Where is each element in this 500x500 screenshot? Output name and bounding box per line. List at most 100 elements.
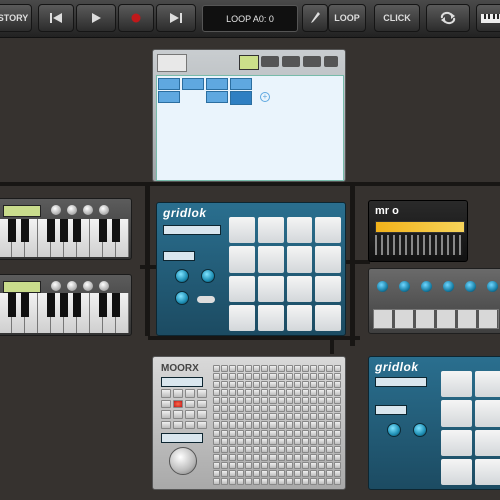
record-button[interactable] [118, 4, 154, 32]
drum-pad[interactable] [257, 304, 284, 331]
rewind-button[interactable] [38, 4, 74, 32]
gridlok-pads[interactable] [441, 371, 500, 485]
grid-button[interactable] [309, 413, 317, 421]
black-key[interactable] [99, 293, 107, 317]
grid-button[interactable] [229, 469, 237, 477]
grid-button[interactable] [213, 373, 221, 381]
grid-button[interactable] [309, 421, 317, 429]
black-key[interactable] [47, 293, 55, 317]
grid-button[interactable] [325, 437, 333, 445]
grid-button[interactable] [221, 413, 229, 421]
grid-button[interactable] [229, 437, 237, 445]
add-pattern-icon[interactable]: + [260, 92, 270, 102]
t1-sequencer[interactable]: + [152, 49, 346, 182]
grid-button[interactable] [221, 373, 229, 381]
drum-pad[interactable] [474, 458, 500, 485]
grid-button[interactable] [237, 381, 245, 389]
grid-button[interactable] [221, 477, 229, 485]
grid-button[interactable] [213, 445, 221, 453]
grid-button[interactable] [317, 429, 325, 437]
grid-button[interactable] [317, 421, 325, 429]
grid-button[interactable] [245, 437, 253, 445]
grid-button[interactable] [237, 373, 245, 381]
grid-button[interactable] [293, 373, 301, 381]
pencil-button[interactable] [302, 4, 328, 32]
drum-pad[interactable] [257, 275, 284, 302]
grid-button[interactable] [277, 421, 285, 429]
synth-knob[interactable] [99, 205, 109, 215]
grid-button[interactable] [261, 461, 269, 469]
drum-pad[interactable] [229, 217, 255, 244]
grid-button[interactable] [301, 397, 309, 405]
drum-pad[interactable] [474, 400, 500, 427]
keyboard-button[interactable] [476, 4, 500, 32]
grid-button[interactable] [269, 389, 277, 397]
grid-button[interactable] [245, 469, 253, 477]
drum-pad[interactable] [286, 275, 313, 302]
grid-button[interactable] [301, 365, 309, 373]
mixer-faders[interactable] [373, 309, 499, 329]
grid-button[interactable] [221, 469, 229, 477]
grid-button[interactable] [317, 389, 325, 397]
grid-button[interactable] [285, 389, 293, 397]
drum-pad[interactable] [286, 246, 313, 273]
drum-pad[interactable] [441, 458, 472, 485]
grid-button[interactable] [333, 429, 341, 437]
grid-button[interactable] [277, 429, 285, 437]
keyboard-synth-bottom[interactable] [0, 274, 132, 336]
grid-button[interactable] [317, 397, 325, 405]
grid-button[interactable] [269, 373, 277, 381]
black-key[interactable] [8, 293, 16, 317]
grid-button[interactable] [253, 421, 261, 429]
grid-button[interactable] [285, 445, 293, 453]
keyboard-synth-top[interactable] [0, 198, 132, 260]
grid-button[interactable] [277, 365, 285, 373]
grid-button[interactable] [309, 453, 317, 461]
grid-button[interactable] [213, 421, 221, 429]
grid-button[interactable] [221, 421, 229, 429]
grid-button[interactable] [325, 365, 333, 373]
grid-button[interactable] [325, 445, 333, 453]
moorx-device[interactable]: MOORX [152, 356, 346, 490]
grid-button[interactable] [261, 453, 269, 461]
grid-button[interactable] [293, 389, 301, 397]
grid-button[interactable] [317, 445, 325, 453]
synth-knob[interactable] [83, 205, 93, 215]
keypad-button[interactable] [161, 410, 171, 419]
grid-button[interactable] [333, 413, 341, 421]
grid-button[interactable] [213, 437, 221, 445]
grid-button[interactable] [325, 397, 333, 405]
grid-button[interactable] [229, 373, 237, 381]
grid-button[interactable] [293, 445, 301, 453]
grid-button[interactable] [293, 421, 301, 429]
grid-button[interactable] [317, 365, 325, 373]
grid-button[interactable] [245, 421, 253, 429]
grid-button[interactable] [245, 373, 253, 381]
grid-button[interactable] [237, 437, 245, 445]
mixer-knob[interactable] [421, 281, 432, 292]
grid-button[interactable] [277, 469, 285, 477]
drum-pad[interactable] [441, 400, 472, 427]
gridlok-knob[interactable] [175, 269, 189, 283]
play-button[interactable] [76, 4, 116, 32]
grid-button[interactable] [293, 437, 301, 445]
grid-button[interactable] [237, 413, 245, 421]
grid-button[interactable] [229, 381, 237, 389]
black-key[interactable] [60, 219, 68, 242]
grid-button[interactable] [285, 437, 293, 445]
click-button[interactable]: CLICK [374, 4, 420, 32]
grid-button[interactable] [245, 453, 253, 461]
grid-button[interactable] [213, 397, 221, 405]
grid-button[interactable] [301, 445, 309, 453]
mixer-knob[interactable] [487, 281, 498, 292]
grid-button[interactable] [325, 429, 333, 437]
grid-button[interactable] [237, 421, 245, 429]
grid-button[interactable] [269, 445, 277, 453]
grid-button[interactable] [285, 469, 293, 477]
grid-button[interactable] [285, 429, 293, 437]
keypad-button[interactable] [173, 399, 183, 408]
grid-button[interactable] [309, 397, 317, 405]
grid-button[interactable] [301, 373, 309, 381]
grid-button[interactable] [229, 389, 237, 397]
grid-button[interactable] [253, 365, 261, 373]
